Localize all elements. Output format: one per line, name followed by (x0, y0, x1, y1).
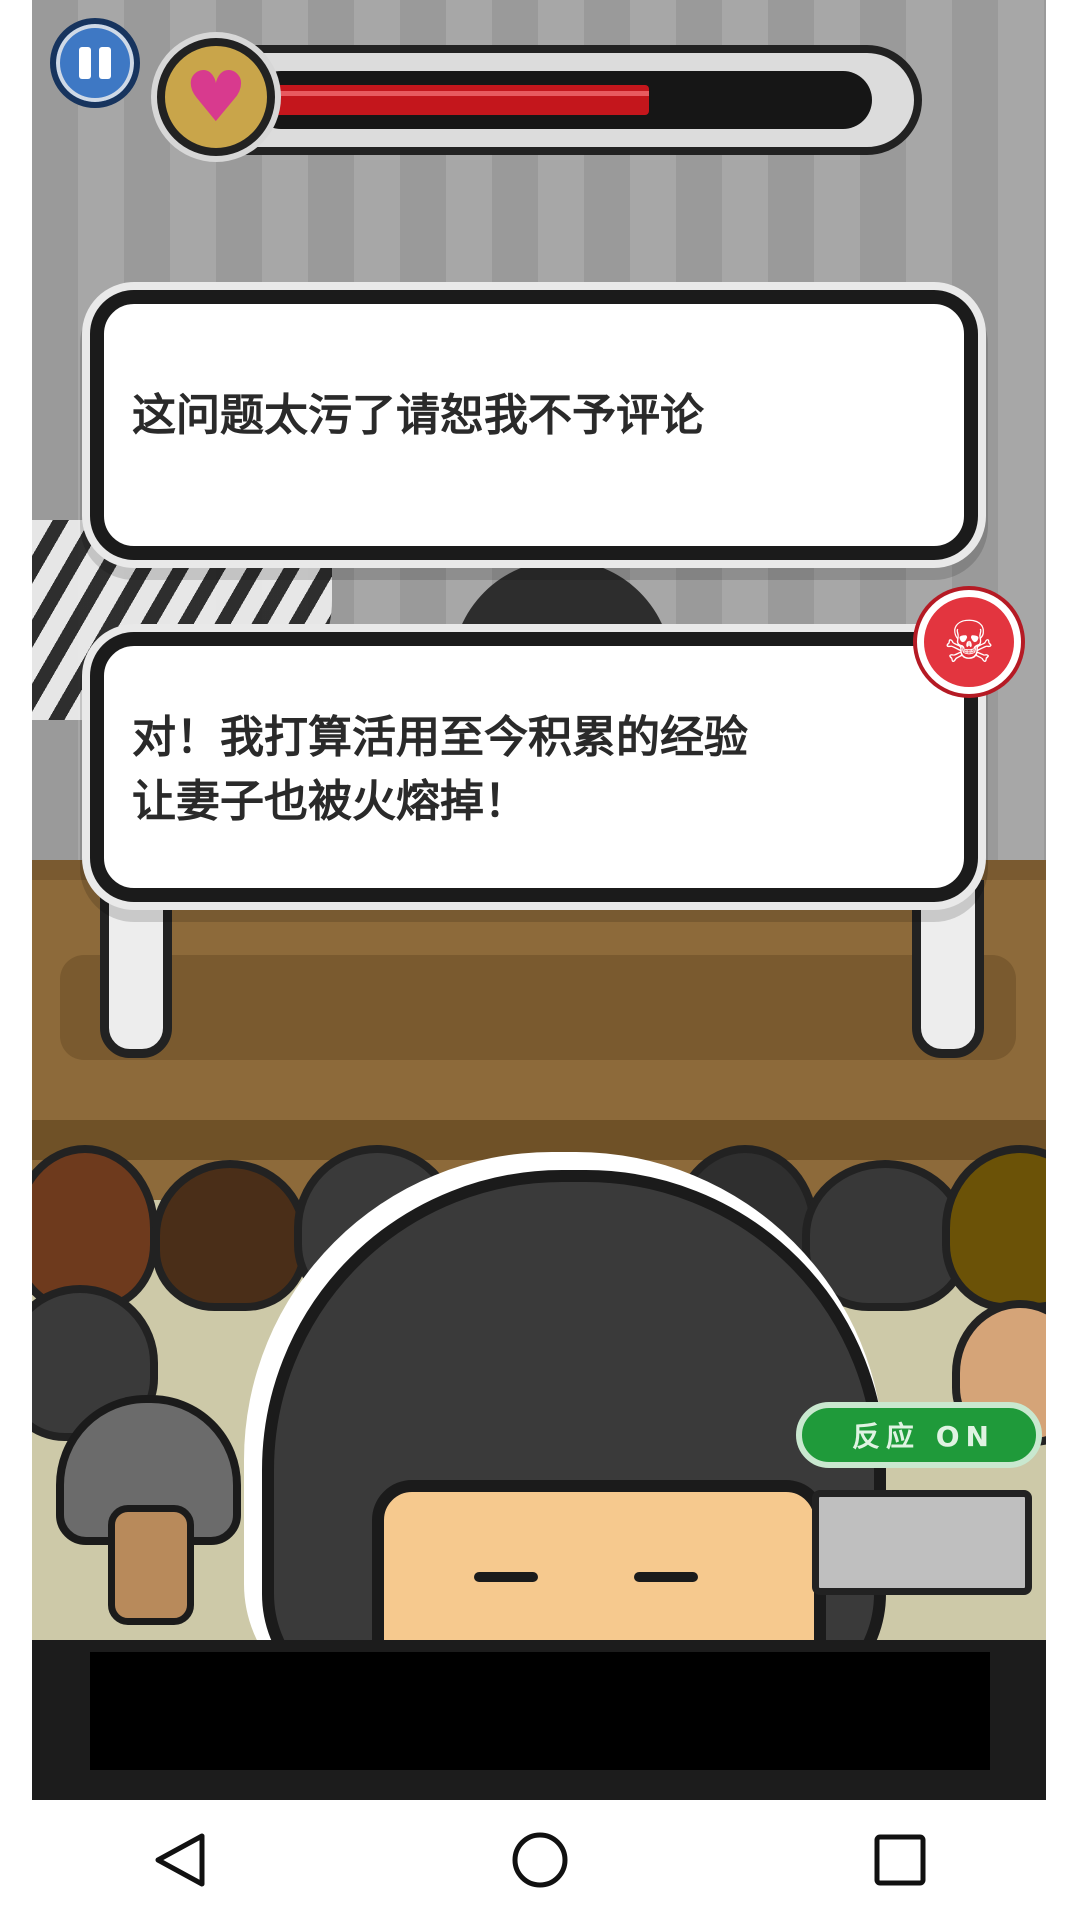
dialogue-option-text: 这问题太污了请恕我不予评论 (132, 390, 704, 441)
protagonist-eye (474, 1572, 538, 1582)
microphone-character (56, 1395, 241, 1645)
reaction-toggle[interactable]: 反应 ON (796, 1402, 1042, 1468)
ad-banner[interactable] (90, 1652, 990, 1770)
dialogue-option-text: 对！我打算活用至今积累的经验 让妻子也被火熔掉！ (132, 712, 748, 827)
stage-edge (32, 1120, 1046, 1160)
dialogue-option-2[interactable]: 对！我打算活用至今积累的经验 让妻子也被火熔掉！ (90, 632, 978, 902)
reaction-toggle-label: 反应 ON (852, 1420, 995, 1453)
mic-character-face (108, 1505, 194, 1625)
pause-button[interactable] (50, 18, 140, 108)
heart-icon: ♥ (157, 38, 275, 156)
table-leg-left (100, 880, 172, 1058)
recents-icon (874, 1834, 926, 1886)
home-button[interactable] (480, 1800, 600, 1920)
skull-icon: ☠ (917, 590, 1021, 694)
back-button[interactable] (120, 1800, 240, 1920)
home-icon (512, 1832, 568, 1888)
protagonist-eye (634, 1572, 698, 1582)
reaction-panel (812, 1490, 1032, 1595)
game-viewport[interactable]: 反应 ON ♥ 这问题太污了请恕我不予评论 对！我打算活用至今积累的经验 让妻子… (32, 0, 1046, 1800)
table-leg-right (912, 880, 984, 1058)
table-shadow (60, 955, 1016, 1060)
ad-banner-area (32, 1640, 1046, 1800)
system-nav-bar (0, 1800, 1080, 1920)
dialogue-option-1[interactable]: 这问题太污了请恕我不予评论 (90, 290, 978, 560)
audience-head (152, 1160, 308, 1311)
pause-icon (79, 47, 91, 79)
recents-button[interactable] (840, 1800, 960, 1920)
health-track (252, 71, 872, 129)
back-icon (155, 1833, 205, 1887)
health-fill (252, 85, 649, 115)
